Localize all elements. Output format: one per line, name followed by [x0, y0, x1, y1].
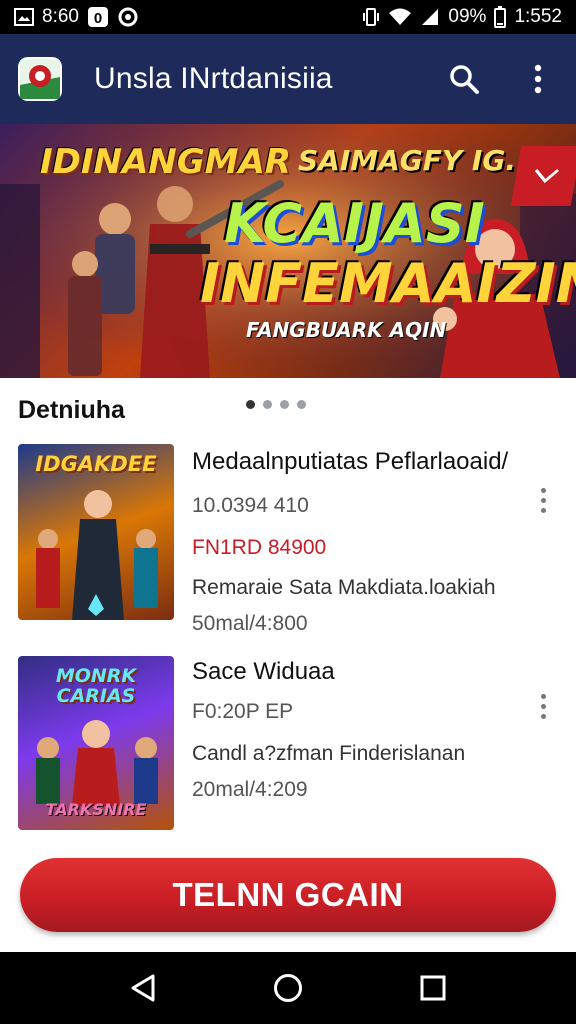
battery-icon — [494, 6, 507, 28]
carousel-dot[interactable] — [280, 400, 289, 409]
status-time: 1:552 — [514, 6, 562, 27]
chevron-down-icon[interactable] — [510, 146, 576, 206]
item-more-icon[interactable] — [530, 480, 556, 520]
item-thumbnail[interactable]: MONRK CARIAS TARKSNIRE — [18, 656, 174, 830]
item-price: FN1RD 84900 — [192, 536, 327, 559]
promo-banner[interactable]: IDINANGMAR SAIMAGFY IG. 98. KCAIJASI INF… — [0, 124, 576, 378]
thumbnail-title: MONRK CARIAS — [55, 665, 137, 707]
item-title: Sace Widuaa — [192, 658, 335, 685]
vibrate-icon — [362, 7, 380, 27]
search-icon[interactable] — [444, 59, 484, 99]
cta-button[interactable]: TELNN GCAIN — [20, 858, 556, 932]
item-description: Remaraie Sata Makdiata.loakiah — [192, 576, 496, 599]
item-code: 10.0394 410 — [192, 494, 309, 517]
thumbnail-subtitle: TARKSNIRE — [45, 800, 147, 819]
svg-text:0: 0 — [94, 10, 102, 27]
thumbnail-title: IDGAKDEE — [35, 452, 157, 476]
banner-headline-2: INFEMAAIZIN! — [200, 252, 576, 315]
recents-icon[interactable] — [403, 958, 463, 1018]
carousel-dot[interactable] — [263, 400, 272, 409]
item-date: 20mal/4:209 — [192, 778, 308, 801]
item-details: Sace Widuaa F0:20P EP Candl a?zfman Find… — [192, 658, 526, 802]
status-left-time: 8:60 — [42, 6, 79, 27]
banner-brand: IDINANGMAR — [40, 142, 291, 182]
section-title: Detniuha — [18, 396, 125, 424]
notification-badge-icon: 0 — [87, 6, 109, 28]
item-title: Medaalnputiatas Peflarlaoaid/ — [192, 448, 509, 475]
more-vertical-icon[interactable] — [518, 59, 558, 99]
carousel-dot[interactable] — [246, 400, 255, 409]
item-more-icon[interactable] — [530, 686, 556, 726]
item-thumbnail[interactable]: IDGAKDEE — [18, 444, 174, 620]
home-icon[interactable] — [258, 958, 318, 1018]
app-logo-icon — [18, 57, 62, 101]
carousel-dot[interactable] — [297, 400, 306, 409]
banner-subline: FANGBUARK AQIN — [246, 318, 447, 342]
battery-percent: 09% — [448, 6, 487, 27]
gallery-notification-icon — [14, 8, 34, 26]
item-details: Medaalnputiatas Peflarlaoaid/ 10.0394 41… — [192, 448, 526, 636]
sync-icon — [117, 6, 139, 28]
wifi-icon — [388, 7, 412, 27]
item-date: 50mal/4:800 — [192, 612, 308, 635]
back-icon[interactable] — [113, 958, 173, 1018]
signal-icon — [420, 7, 440, 27]
app-bar: Unsla INrtdanisiia — [0, 34, 576, 124]
system-nav-bar — [0, 952, 576, 1024]
carousel-indicator[interactable] — [246, 400, 306, 409]
app-title: Unsla INrtdanisiia — [94, 62, 333, 95]
status-bar: 8:60 0 09% 1:552 — [0, 0, 576, 34]
item-description: Candl a?zfman Finderislanan — [192, 742, 466, 765]
banner-headline-1: KCAIJASI — [224, 192, 485, 255]
item-code: F0:20P EP — [192, 700, 294, 723]
